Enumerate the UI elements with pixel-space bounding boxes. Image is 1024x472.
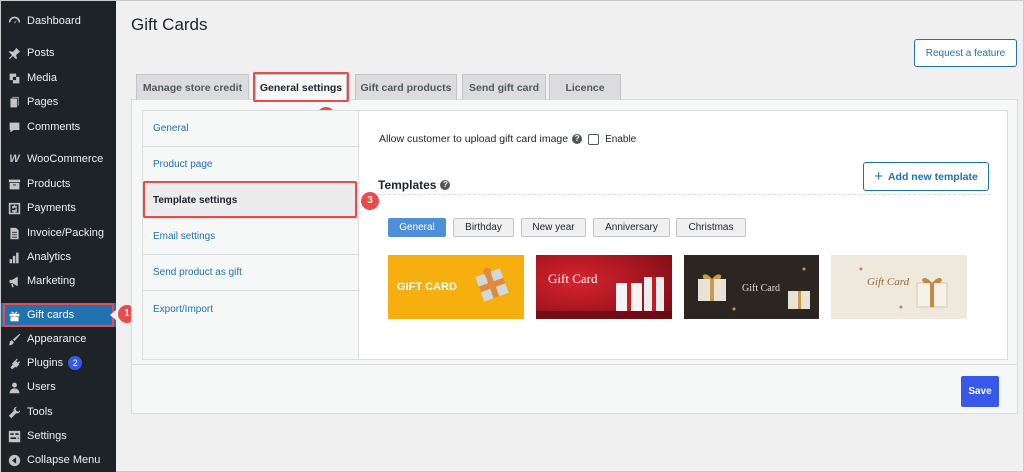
step-marker-3: 3 [361,192,379,210]
sidebar-item-tools[interactable]: Tools [1,400,116,424]
save-button[interactable]: Save [961,376,999,407]
sidebar-item-label: Posts [27,47,55,59]
sidebar-item-appearance[interactable]: Appearance [1,327,116,351]
megaphone-icon [8,275,21,288]
tab-licence[interactable]: Licence [549,74,621,100]
template-card-yellow[interactable]: GIFT CARD [388,255,524,319]
sidebar-item-woocommerce[interactable]: W WooCommerce [1,147,116,171]
dollar-icon [8,202,21,215]
enable-upload-checkbox[interactable] [588,133,600,145]
help-icon[interactable]: ? [440,180,451,190]
active-menu-arrow [110,310,116,320]
wrench-icon [8,406,21,419]
comment-icon [8,121,21,134]
brush-icon [8,333,21,346]
divider [378,194,991,195]
card-text: Gift Card [548,271,598,286]
sidebar-item-pages[interactable]: Pages [1,90,116,114]
template-card-red[interactable]: Gift Card [536,255,672,319]
tab-general-settings[interactable]: General settings [255,74,347,101]
template-card-beige[interactable]: Gift Card [831,255,967,319]
add-new-template-button[interactable]: + Add new template [863,162,989,191]
sidebar-collapse-menu[interactable]: Collapse Menu [1,448,116,472]
sidebar-item-label: Users [27,381,56,393]
plugin-icon [8,357,21,370]
sidebar-item-dashboard[interactable]: Dashboard [1,9,116,33]
sidebar-item-label: Collapse Menu [27,454,101,466]
sidebar-item-users[interactable]: Users [1,375,116,399]
pages-icon [8,96,21,109]
template-card-dark[interactable]: Gift Card [684,255,819,319]
archive-icon [8,178,21,191]
document-icon [8,227,21,240]
collapse-icon [8,454,21,467]
plus-icon: + [874,168,883,185]
sidebar-item-payments[interactable]: Payments [1,196,116,220]
sidebar-item-label: WooCommerce [27,153,104,165]
sidebar-item-invoice-packing[interactable]: Invoice/Packing [1,221,116,245]
sidebar-item-label: Products [27,178,71,190]
woocommerce-icon: W [9,153,20,165]
request-feature-button[interactable]: Request a feature [914,39,1017,67]
dashboard-icon [8,15,21,28]
sidebar-item-label: Media [27,72,57,84]
sidebar-item-label: Tools [27,406,53,418]
filter-new-year[interactable]: New year [521,218,586,237]
settings-subnav: General Product page Template settings E… [142,110,359,360]
sidebar-item-posts[interactable]: Posts [1,41,116,65]
sidebar-item-label: Marketing [27,275,76,287]
add-template-label: Add new template [887,170,978,183]
settings-icon [8,430,21,443]
sidebar-item-label: Settings [27,430,67,442]
subnav-send-product-as-gift[interactable]: Send product as gift [143,255,358,291]
sidebar-item-label: Gift cards [27,309,75,321]
upload-image-setting: Allow customer to upload gift card image… [379,133,636,145]
upload-image-label: Allow customer to upload gift card image [379,133,569,145]
sidebar-item-label: Comments [27,121,81,133]
page-title: Gift Cards [131,15,208,34]
card-text: Gift Card [867,276,910,288]
card-text: GIFT CARD [397,281,457,293]
sidebar-item-marketing[interactable]: Marketing [1,269,116,293]
filter-general[interactable]: General [388,218,446,237]
sidebar-item-label: Invoice/Packing [27,227,105,239]
sidebar-item-settings[interactable]: Settings [1,424,116,448]
tab-manage-store-credit[interactable]: Manage store credit [136,74,249,100]
tab-gift-card-products[interactable]: Gift card products [355,74,457,100]
subnav-export-import[interactable]: Export/Import [143,291,358,327]
sidebar-item-label: Plugins [27,357,64,369]
sidebar-item-label: Pages [27,96,59,108]
sidebar-item-label: Dashboard [27,15,81,27]
media-icon [8,72,21,85]
subnav-general[interactable]: General [143,111,358,147]
sidebar-item-media[interactable]: Media [1,66,116,90]
sidebar-item-comments[interactable]: Comments [1,115,116,139]
admin-sidebar: Dashboard Posts Media Pages Comments W W… [1,1,116,472]
filter-anniversary[interactable]: Anniversary [593,218,670,237]
filter-birthday[interactable]: Birthday [453,218,514,237]
sidebar-item-label: Analytics [27,251,72,263]
card-text: Gift Card [742,283,780,294]
enable-label: Enable [605,133,637,145]
user-icon [8,381,21,394]
sidebar-item-analytics[interactable]: Analytics [1,245,116,269]
sidebar-item-gift-cards[interactable]: Gift cards [1,303,116,327]
help-icon[interactable]: ? [572,134,583,144]
gift-icon [8,309,21,322]
templates-heading: Templates ? [378,178,451,192]
subnav-email-settings[interactable]: Email settings [143,219,358,255]
plugins-update-badge: 2 [68,356,83,370]
sidebar-item-label: Appearance [27,333,87,345]
subnav-product-page[interactable]: Product page [143,147,358,183]
sidebar-item-plugins[interactable]: Plugins 2 [1,351,116,375]
tab-send-gift-card[interactable]: Send gift card [462,74,546,100]
sidebar-item-label: Payments [27,202,76,214]
templates-title: Templates [378,178,437,192]
footer-bar [131,365,1018,414]
sidebar-item-products[interactable]: Products [1,172,116,196]
pin-icon [8,47,21,60]
bar-chart-icon [8,251,21,264]
filter-christmas[interactable]: Christmas [676,218,746,237]
subnav-template-settings[interactable]: Template settings [143,183,358,219]
